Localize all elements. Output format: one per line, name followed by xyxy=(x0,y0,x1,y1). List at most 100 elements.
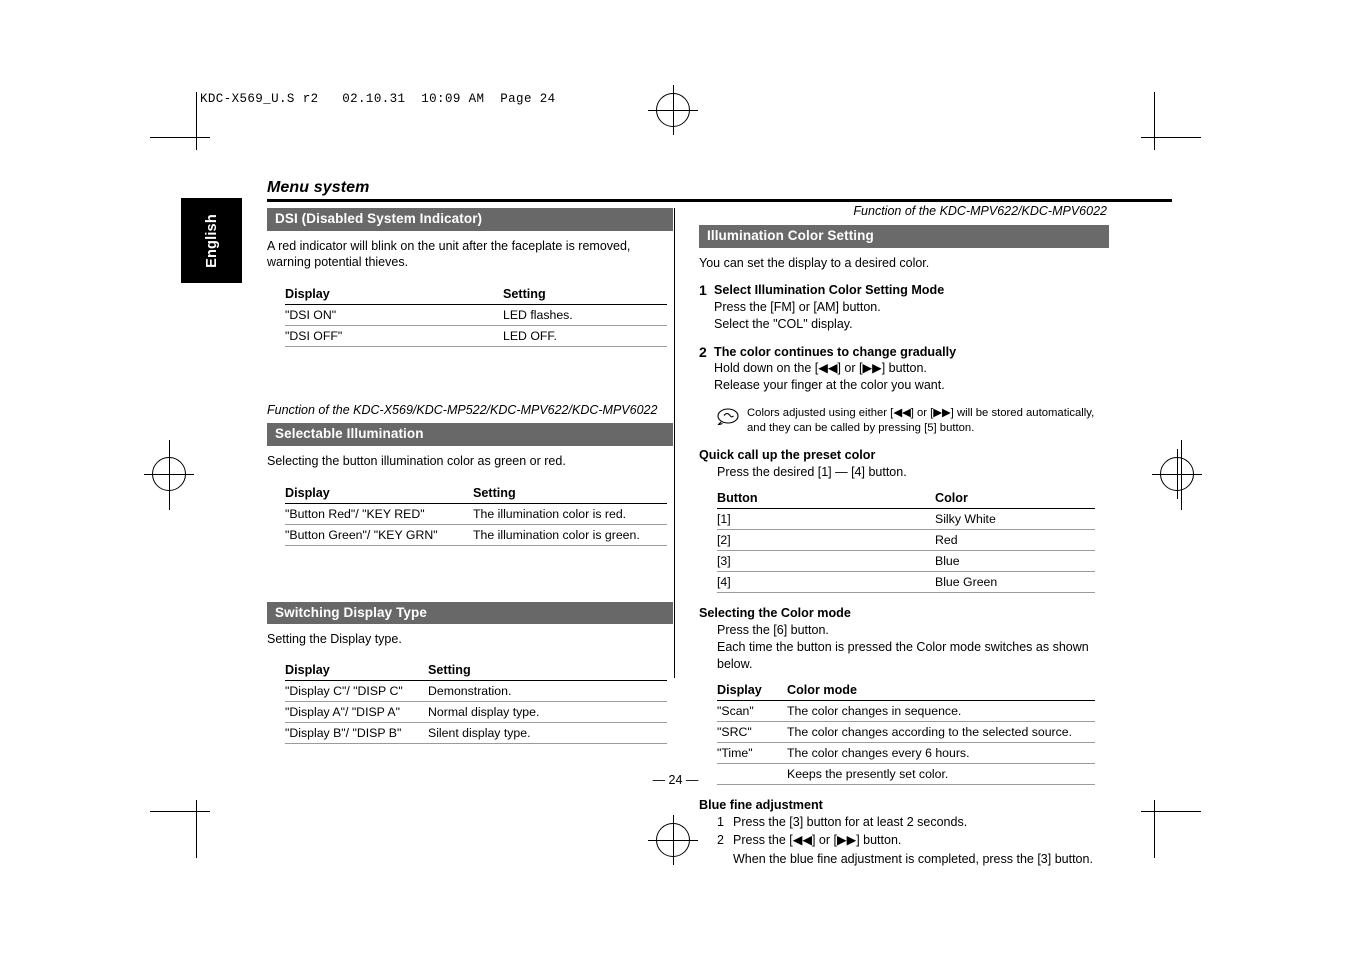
list-item-text: When the blue fine adjustment is complet… xyxy=(733,852,1093,867)
list-item-text: Press the [3] button for at least 2 seco… xyxy=(733,814,968,829)
table-cell: "Display A"/ "DISP A" xyxy=(285,701,428,724)
table-row: "Display C"/ "DISP C" Demonstration. xyxy=(285,680,667,703)
section-selectable-illumination-title: Selectable Illumination xyxy=(267,423,673,446)
table-row: [3] Blue xyxy=(717,550,1095,572)
column-header: Display xyxy=(285,483,473,504)
table-cell: Silky White xyxy=(935,508,1095,530)
color-mode-line: Each time the button is pressed the Colo… xyxy=(717,639,1089,671)
table-row: [1] Silky White xyxy=(717,508,1095,530)
color-mode-line: Press the [6] button. xyxy=(717,622,829,637)
table-row: "Button Red"/ "KEY RED" The illumination… xyxy=(285,503,667,525)
section-switching-display-type-title: Switching Display Type xyxy=(267,601,673,625)
right-column: Function of the KDC-MPV622/KDC-MPV6022 I… xyxy=(699,204,1109,868)
table-cell: Red xyxy=(935,529,1095,551)
document-page: KDC-X569_U.S r2 02.10.31 10:09 AM Page 2… xyxy=(0,0,1351,954)
table-cell: LED OFF. xyxy=(503,325,667,348)
registration-mark xyxy=(1152,449,1202,499)
table-header-row: Button Color xyxy=(717,488,1095,509)
table-cell: [4] xyxy=(717,571,935,593)
file-stamp: KDC-X569_U.S r2 02.10.31 10:09 AM Page 2… xyxy=(200,92,556,106)
header-rule xyxy=(267,199,1172,202)
section-dsi-title: DSI (Disabled System Indicator) xyxy=(267,208,673,231)
note-text: Colors adjusted using either [◀◀] or [▶▶… xyxy=(747,406,1095,434)
color-mode-heading: Selecting the Color mode xyxy=(699,605,851,620)
table-row: "Display B"/ "DISP B" Silent display typ… xyxy=(285,722,667,745)
step-number: 2 xyxy=(699,343,707,360)
table-row: "DSI OFF" LED OFF. xyxy=(285,325,667,348)
table-row: [2] Red xyxy=(717,529,1095,551)
registration-mark xyxy=(144,449,194,499)
table-header-row: Display Color mode xyxy=(717,680,1095,701)
language-tab: English xyxy=(181,198,242,283)
table-header-row: Display Setting xyxy=(285,483,667,504)
step-line: Release your finger at the color you wan… xyxy=(714,377,945,392)
page-title: Menu system xyxy=(267,179,370,196)
crop-mark xyxy=(196,800,197,858)
list-item: 1 Press the [3] button for at least 2 se… xyxy=(717,814,1109,831)
table-cell: "SRC" xyxy=(717,721,787,743)
column-header: Display xyxy=(285,285,503,306)
table-cell: Blue Green xyxy=(935,571,1095,593)
table-row: "Scan" The color changes in sequence. xyxy=(717,700,1095,722)
table-cell: The color changes in sequence. xyxy=(787,700,1095,722)
table-cell: [1] xyxy=(717,508,935,530)
table-cell: "Display B"/ "DISP B" xyxy=(285,722,428,745)
column-header: Setting xyxy=(473,483,667,504)
table-cell: [3] xyxy=(717,550,935,572)
table-row: "Display A"/ "DISP A" Normal display typ… xyxy=(285,701,667,724)
table-cell: The illumination color is green. xyxy=(473,524,667,546)
section-selectable-illumination-body: Selecting the button illumination color … xyxy=(267,453,566,468)
crop-mark xyxy=(1141,137,1201,138)
column-header: Setting xyxy=(503,285,667,306)
column-header: Setting xyxy=(428,661,667,682)
note-pen-icon xyxy=(717,404,747,437)
step-line: Hold down on the [◀◀] or [▶▶] button. xyxy=(714,360,927,375)
crop-mark xyxy=(1154,92,1155,150)
function-note-right: Function of the KDC-MPV622/KDC-MPV6022 xyxy=(853,204,1107,218)
section-illumination-color-setting-title: Illumination Color Setting xyxy=(699,225,1109,248)
table-cell: "Button Green"/ "KEY GRN" xyxy=(285,524,473,546)
table-cell: The color changes every 6 hours. xyxy=(787,742,1095,764)
column-header: Color xyxy=(935,488,1095,509)
table-row: "Button Green"/ "KEY GRN" The illuminati… xyxy=(285,524,667,546)
registration-mark xyxy=(648,815,698,865)
table-cell: LED flashes. xyxy=(503,304,667,327)
step-number: 1 xyxy=(699,282,707,299)
list-item-number: 1 xyxy=(717,814,724,829)
step-2: 2 The color continues to change graduall… xyxy=(699,344,1109,394)
column-header: Button xyxy=(717,488,935,509)
page-number: — 24 — xyxy=(652,773,699,787)
note-block: Colors adjusted using either [◀◀] or [▶▶… xyxy=(717,404,1109,437)
table-cell: The illumination color is red. xyxy=(473,503,667,525)
list-item-trailing: When the blue fine adjustment is complet… xyxy=(733,851,1109,868)
column-header: Display xyxy=(285,661,428,682)
table-cell: "DSI ON" xyxy=(285,304,503,327)
switching-display-type-table: Display Setting "Display C"/ "DISP C" De… xyxy=(285,661,667,745)
function-note-left: Function of the KDC-X569/KDC-MP522/KDC-M… xyxy=(267,403,658,418)
crop-mark xyxy=(1154,800,1155,858)
section-dsi-body: A red indicator will blink on the unit a… xyxy=(267,238,631,270)
list-item-number: 2 xyxy=(717,833,724,848)
crop-mark xyxy=(196,92,197,150)
table-header-row: Display Setting xyxy=(285,661,667,682)
table-header-row: Display Setting xyxy=(285,285,667,306)
table-cell: "Scan" xyxy=(717,700,787,722)
table-row: [4] Blue Green xyxy=(717,571,1095,593)
column-divider xyxy=(674,208,675,678)
table-cell: "DSI OFF" xyxy=(285,325,503,348)
color-mode-table: Display Color mode "Scan" The color chan… xyxy=(717,680,1095,785)
list-item-text: Press the [◀◀] or [▶▶] button. xyxy=(733,833,902,848)
blue-fine-heading: Blue fine adjustment xyxy=(699,797,823,812)
selectable-illumination-table: Display Setting "Button Red"/ "KEY RED" … xyxy=(285,483,667,546)
column-header: Color mode xyxy=(787,680,1095,701)
table-cell: The color changes according to the selec… xyxy=(787,721,1095,743)
left-column: DSI (Disabled System Indicator) A red in… xyxy=(267,208,673,745)
table-row: "SRC" The color changes according to the… xyxy=(717,721,1095,743)
step-title: The color continues to change gradually xyxy=(714,344,957,359)
step-line: Select the "COL" display. xyxy=(714,316,853,331)
list-item: 2 Press the [◀◀] or [▶▶] button. xyxy=(717,832,1109,849)
step-title: Select Illumination Color Setting Mode xyxy=(714,283,945,298)
language-tab-label: English xyxy=(203,213,220,268)
table-cell: Blue xyxy=(935,550,1095,572)
quick-call-heading: Quick call up the preset color xyxy=(699,448,876,463)
